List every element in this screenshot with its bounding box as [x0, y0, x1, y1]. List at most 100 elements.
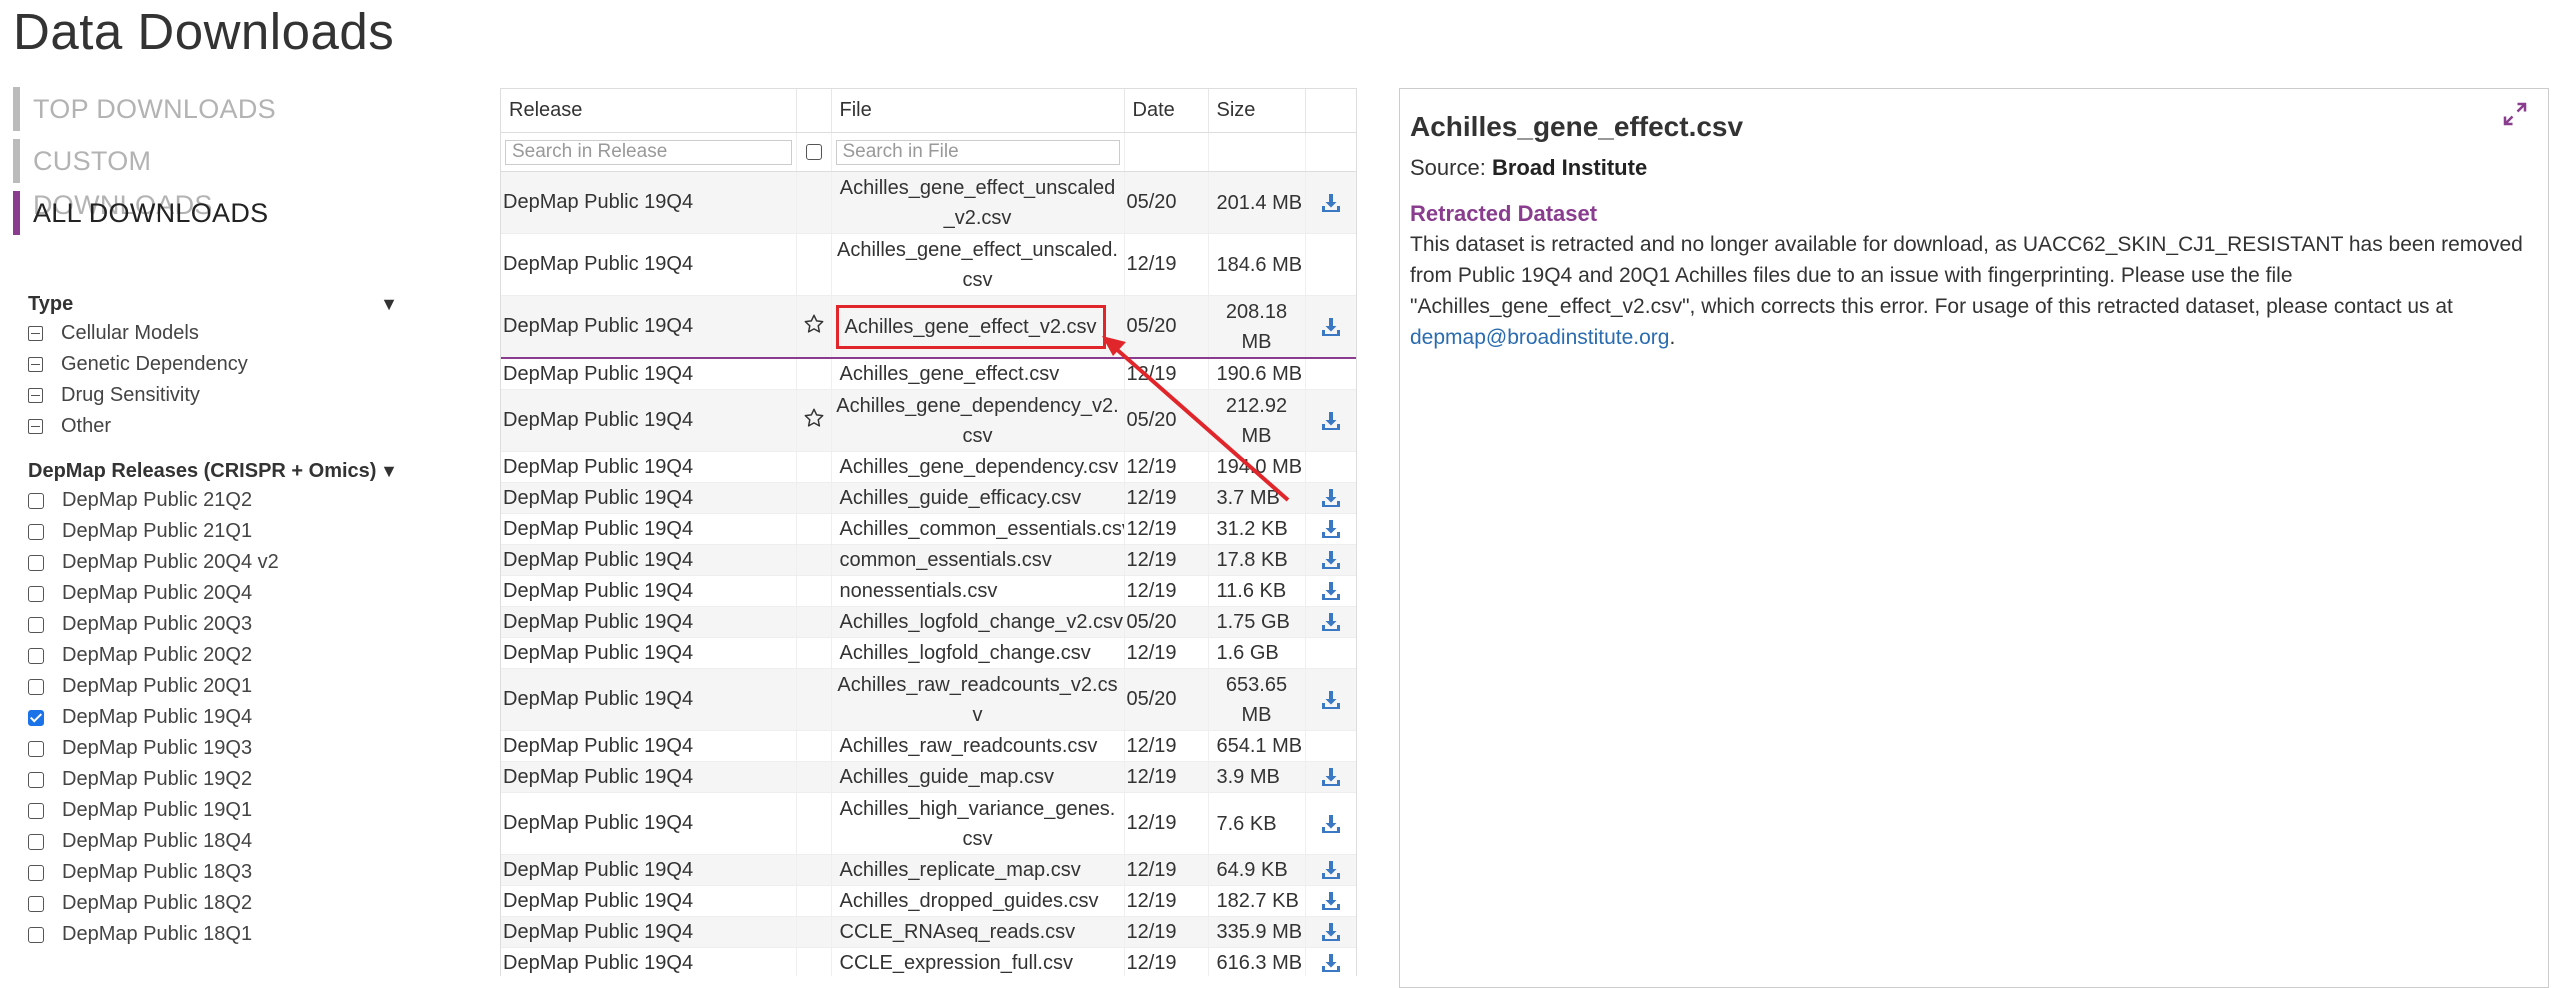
file-cell[interactable]: Achilles_gene_effect.csv [831, 357, 1125, 390]
release-checkbox[interactable] [28, 585, 44, 602]
table-row[interactable]: DepMap Public 19Q4 Achilles_gene_effect_v… [501, 295, 1356, 359]
release-option-depmap-public-19q4[interactable]: DepMap Public 19Q4 [28, 702, 398, 733]
release-option-depmap-public-20q1[interactable]: DepMap Public 20Q1 [28, 671, 398, 702]
release-option-depmap-public-20q3[interactable]: DepMap Public 20Q3 [28, 609, 398, 640]
release-checkbox[interactable] [28, 523, 44, 540]
release-option-depmap-public-18q4[interactable]: DepMap Public 18Q4 [28, 826, 398, 857]
file-cell[interactable]: Achilles_logfold_change.csv [831, 637, 1125, 669]
nav-item-custom-downloads[interactable]: CUSTOM DOWNLOADS [13, 139, 313, 220]
release-option-depmap-public-21q2[interactable]: DepMap Public 21Q2 [28, 485, 398, 516]
file-cell[interactable]: nonessentials.csv [831, 575, 1125, 607]
file-cell[interactable]: Achilles_replicate_map.csv [831, 854, 1125, 886]
release-checkbox[interactable] [28, 492, 44, 509]
release-search-input[interactable] [505, 139, 792, 165]
file-cell[interactable]: Achilles_gene_effect_unscaled_v2.csv [831, 171, 1125, 234]
file-cell[interactable]: Achilles_raw_readcounts.csv [831, 730, 1125, 762]
collapse-minus-icon[interactable] [28, 419, 43, 434]
column-header-release[interactable]: Release [501, 89, 797, 133]
type-option-other[interactable]: Other [28, 411, 398, 442]
download-icon[interactable] [1321, 922, 1341, 942]
file-cell[interactable]: Achilles_gene_dependency_v2.csv [831, 389, 1125, 452]
file-cell[interactable]: common_essentials.csv [831, 544, 1125, 576]
release-checkbox[interactable] [28, 740, 44, 757]
release-checkbox[interactable] [28, 771, 44, 788]
caret-down-icon[interactable]: ▼ [380, 294, 398, 315]
table-row[interactable]: DepMap Public 19Q4 nonessentials.csv 12/19… [501, 575, 1356, 607]
star-filter-checkbox[interactable] [805, 144, 822, 161]
table-row[interactable]: DepMap Public 19Q4 Achilles_gene_effect_u… [501, 233, 1356, 296]
table-row[interactable]: DepMap Public 19Q4 Achilles_common_essent… [501, 513, 1356, 545]
release-option-depmap-public-20q2[interactable]: DepMap Public 20Q2 [28, 640, 398, 671]
contact-email-link[interactable]: depmap@broadinstitute.org [1410, 326, 1669, 349]
nav-item-top-downloads[interactable]: TOP DOWNLOADS [13, 87, 313, 131]
nav-item-all-downloads[interactable]: ALL DOWNLOADS [13, 191, 313, 235]
collapse-minus-icon[interactable] [28, 388, 43, 403]
table-row[interactable]: DepMap Public 19Q4 CCLE_RNAseq_reads.csv 1… [501, 916, 1356, 948]
table-row[interactable]: DepMap Public 19Q4 Achilles_logfold_chang… [501, 606, 1356, 638]
table-row[interactable]: DepMap Public 19Q4 Achilles_gene_effect.c… [501, 357, 1356, 390]
download-icon[interactable] [1321, 193, 1341, 213]
download-icon[interactable] [1321, 891, 1341, 911]
star-outline-icon[interactable] [803, 314, 825, 340]
table-row[interactable]: DepMap Public 19Q4 CCLE_expression_full.c… [501, 947, 1356, 976]
table-row[interactable]: DepMap Public 19Q4 Achilles_logfold_chang… [501, 637, 1356, 669]
release-option-depmap-public-19q3[interactable]: DepMap Public 19Q3 [28, 733, 398, 764]
release-option-depmap-public-21q1[interactable]: DepMap Public 21Q1 [28, 516, 398, 547]
table-row[interactable]: DepMap Public 19Q4 common_essentials.csv 1… [501, 544, 1356, 576]
download-icon[interactable] [1321, 612, 1341, 632]
column-header-date[interactable]: Date [1124, 89, 1209, 133]
collapse-minus-icon[interactable] [28, 357, 43, 372]
download-icon[interactable] [1321, 953, 1341, 973]
table-row[interactable]: DepMap Public 19Q4 Achilles_guide_efficac… [501, 482, 1356, 514]
table-row[interactable]: DepMap Public 19Q4 Achilles_gene_dependen… [501, 389, 1356, 452]
file-cell[interactable]: Achilles_high_variance_genes.csv [831, 792, 1125, 855]
download-icon[interactable] [1321, 317, 1341, 337]
download-icon[interactable] [1321, 411, 1341, 431]
download-icon[interactable] [1321, 690, 1341, 710]
file-search-input[interactable] [835, 139, 1120, 165]
file-cell[interactable]: Achilles_common_essentials.csv [831, 513, 1125, 545]
column-header-file[interactable]: File [831, 89, 1125, 133]
release-option-depmap-public-20q4[interactable]: DepMap Public 20Q4 [28, 578, 398, 609]
file-cell[interactable]: Achilles_guide_map.csv [831, 761, 1125, 793]
release-option-depmap-public-18q1[interactable]: DepMap Public 18Q1 [28, 919, 398, 950]
file-cell[interactable]: Achilles_logfold_change_v2.csv [831, 606, 1125, 638]
file-cell[interactable]: CCLE_RNAseq_reads.csv [831, 916, 1125, 948]
release-option-depmap-public-19q1[interactable]: DepMap Public 19Q1 [28, 795, 398, 826]
release-option-depmap-public-18q3[interactable]: DepMap Public 18Q3 [28, 857, 398, 888]
file-cell[interactable]: Achilles_gene_effect_unscaled.csv [831, 233, 1125, 296]
expand-icon[interactable] [2500, 99, 2530, 129]
star-outline-icon[interactable] [803, 408, 825, 434]
table-row[interactable]: DepMap Public 19Q4 Achilles_gene_effect_u… [501, 171, 1356, 234]
file-cell[interactable]: Achilles_gene_dependency.csv [831, 451, 1125, 483]
download-icon[interactable] [1321, 488, 1341, 508]
download-icon[interactable] [1321, 814, 1341, 834]
type-filter-header[interactable]: Type ▼ [28, 290, 398, 318]
release-option-depmap-public-19q2[interactable]: DepMap Public 19Q2 [28, 764, 398, 795]
file-cell[interactable]: Achilles_gene_effect_v2.csv [831, 295, 1125, 359]
download-icon[interactable] [1321, 767, 1341, 787]
file-cell[interactable]: Achilles_guide_efficacy.csv [831, 482, 1125, 514]
download-icon[interactable] [1321, 860, 1341, 880]
table-row[interactable]: DepMap Public 19Q4 Achilles_gene_dependen… [501, 451, 1356, 483]
release-checkbox[interactable] [28, 647, 44, 664]
table-row[interactable]: DepMap Public 19Q4 Achilles_high_variance… [501, 792, 1356, 855]
release-checkbox[interactable] [28, 864, 44, 881]
table-row[interactable]: DepMap Public 19Q4 Achilles_replicate_map… [501, 854, 1356, 886]
column-header-size[interactable]: Size [1208, 89, 1306, 133]
caret-down-icon[interactable]: ▼ [380, 461, 398, 482]
release-option-depmap-public-18q2[interactable]: DepMap Public 18Q2 [28, 888, 398, 919]
collapse-minus-icon[interactable] [28, 326, 43, 341]
highlighted-file-name[interactable]: Achilles_gene_effect_v2.csv [835, 304, 1106, 349]
type-option-cellular-models[interactable]: Cellular Models [28, 318, 398, 349]
release-checkbox[interactable] [28, 926, 44, 943]
releases-filter-header[interactable]: DepMap Releases (CRISPR + Omics) ▼ [28, 457, 398, 485]
release-checkbox[interactable] [28, 554, 44, 571]
release-checkbox[interactable] [28, 802, 44, 819]
download-icon[interactable] [1321, 550, 1341, 570]
type-option-genetic-dependency[interactable]: Genetic Dependency [28, 349, 398, 380]
release-checkbox[interactable] [28, 709, 44, 726]
file-cell[interactable]: Achilles_dropped_guides.csv [831, 885, 1125, 917]
table-row[interactable]: DepMap Public 19Q4 Achilles_raw_readcount… [501, 730, 1356, 762]
download-icon[interactable] [1321, 581, 1341, 601]
